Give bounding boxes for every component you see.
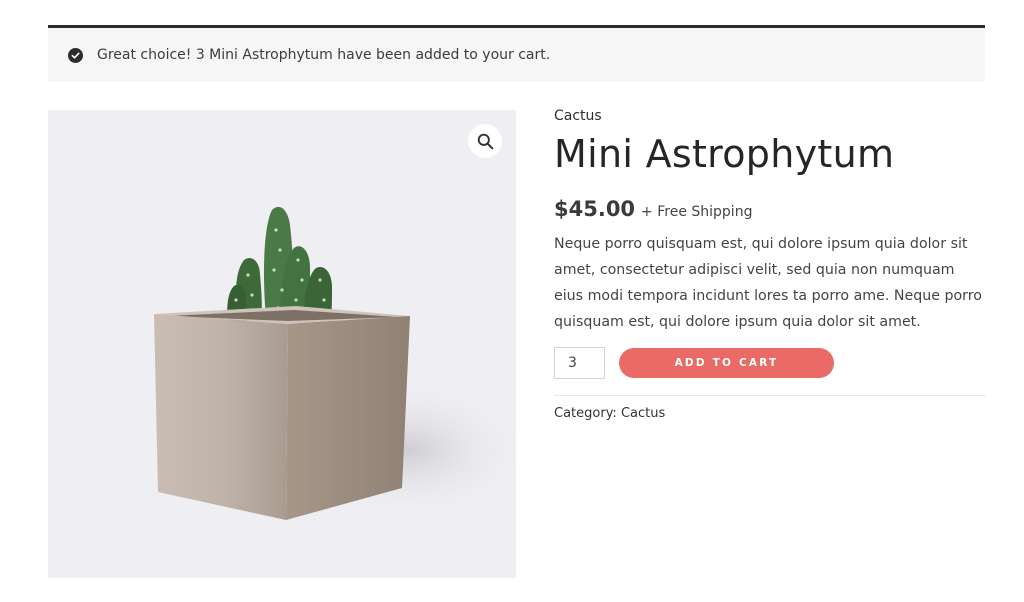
zoom-button[interactable]: [468, 124, 502, 158]
add-to-cart-form: ADD TO CART: [554, 346, 986, 379]
product-title: Mini Astrophytum: [554, 132, 895, 176]
product-summary: Cactus Mini Astrophytum $45.00 + Free Sh…: [554, 108, 986, 421]
divider: [554, 394, 986, 396]
product-price: $45.00: [554, 196, 636, 221]
product-description: Neque porro quisquam est, qui dolore ips…: [554, 235, 982, 330]
category-link[interactable]: Cactus: [621, 406, 665, 421]
cart-added-notice: Great choice! 3 Mini Astrophytum have be…: [48, 25, 985, 82]
shipping-note: + Free Shipping: [641, 203, 753, 220]
category-label: Category:: [554, 405, 617, 421]
product-meta: Category: Cactus: [554, 406, 986, 421]
product-image[interactable]: [48, 110, 516, 578]
notice-message: Great choice! 3 Mini Astrophytum have be…: [97, 47, 551, 63]
magnifier-icon: [477, 133, 493, 149]
check-circle-icon: [68, 47, 83, 63]
cactus-pot-illustration: [154, 206, 516, 520]
quantity-input[interactable]: [554, 346, 605, 379]
add-to-cart-button[interactable]: ADD TO CART: [619, 347, 834, 378]
breadcrumb-category-link[interactable]: Cactus: [554, 108, 986, 124]
price-row: $45.00 + Free Shipping: [554, 197, 986, 221]
